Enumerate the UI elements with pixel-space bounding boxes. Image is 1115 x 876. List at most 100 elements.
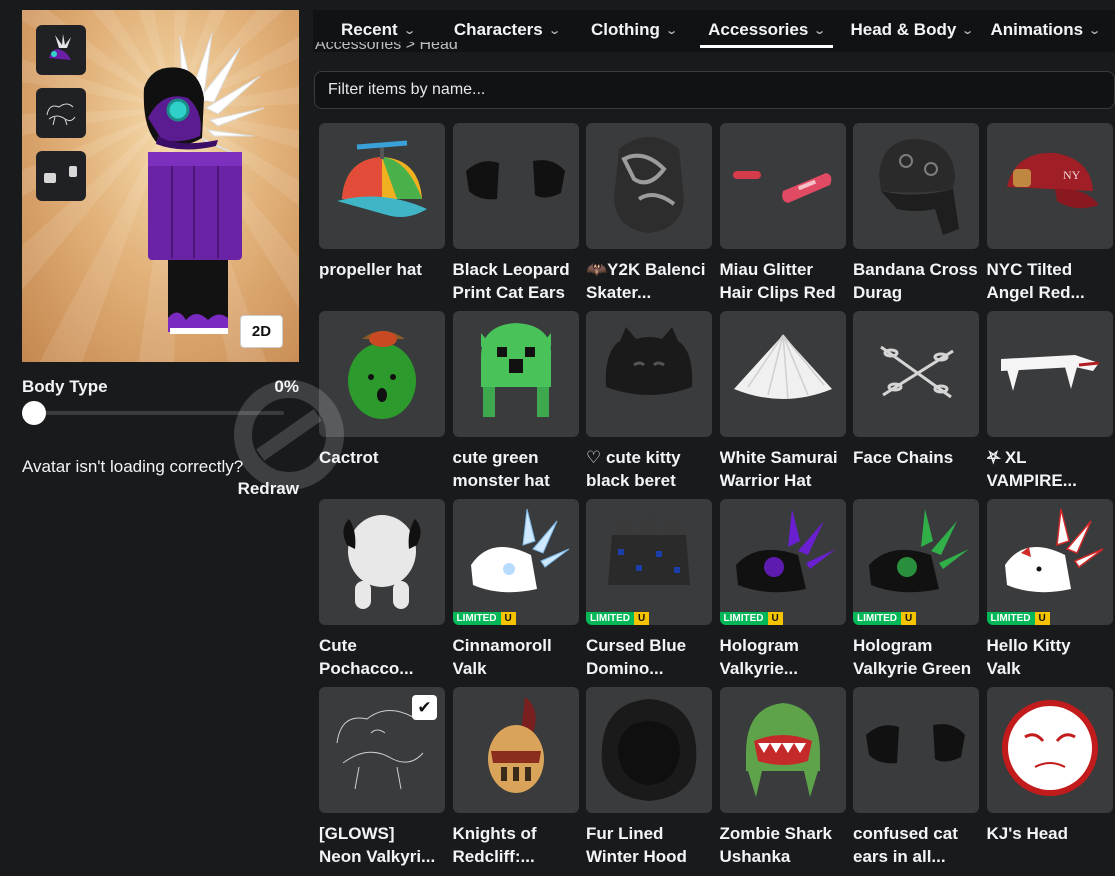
item-thumbnail[interactable] xyxy=(719,311,846,437)
item-thumbnail[interactable]: LIMITED U xyxy=(853,499,979,625)
item-card[interactable]: NY NYC Tilted Angel Red... xyxy=(986,123,1115,304)
item-card[interactable]: KJ's Head xyxy=(986,687,1115,868)
item-card[interactable]: Fur Lined Winter Hood xyxy=(586,687,712,868)
item-thumbnail[interactable] xyxy=(586,311,712,437)
item-name-line1: Zombie Shark xyxy=(719,824,832,843)
tab-clothing[interactable]: Clothing ⌄ xyxy=(591,10,678,48)
item-card[interactable]: ♡ cute kitty black beret xyxy=(586,311,712,492)
item-name[interactable]: ⛧ XL VAMPIRE... xyxy=(987,446,1115,492)
item-name[interactable]: Face Chains xyxy=(853,446,983,492)
item-thumbnail[interactable] xyxy=(986,311,1113,437)
item-thumbnail[interactable]: LIMITED U xyxy=(986,499,1113,625)
item-thumbnail[interactable]: LIMITED U xyxy=(586,499,712,625)
hair-clips-icon xyxy=(728,129,838,244)
item-name[interactable]: Hello Kitty Valk xyxy=(987,634,1115,680)
item-name[interactable]: White Samurai Warrior Hat xyxy=(720,446,850,492)
item-card[interactable]: cute green monster hat xyxy=(452,311,579,492)
redraw-link[interactable]: Redraw xyxy=(238,479,299,499)
item-name[interactable]: Cursed Blue Domino... xyxy=(586,634,716,680)
item-name-line1: Bandana Cross xyxy=(853,260,978,279)
item-name[interactable]: confused cat ears in all... xyxy=(853,822,983,868)
filter-input[interactable] xyxy=(314,71,1115,109)
item-name[interactable]: Hologram Valkyrie... xyxy=(720,634,850,680)
item-thumbnail[interactable] xyxy=(986,687,1113,813)
item-name[interactable]: Hologram Valkyrie Green xyxy=(853,634,983,680)
avatar-preview[interactable]: 2D xyxy=(22,10,299,362)
item-card[interactable]: Zombie Shark Ushanka xyxy=(719,687,846,868)
item-thumbnail[interactable] xyxy=(452,311,579,437)
item-thumbnail[interactable] xyxy=(719,687,846,813)
item-card[interactable]: ⛧ XL VAMPIRE... xyxy=(986,311,1115,492)
item-card[interactable]: Face Chains xyxy=(853,311,979,492)
item-name[interactable]: Cactrot xyxy=(319,446,449,492)
item-thumbnail[interactable] xyxy=(319,123,445,249)
pochacco-hood-icon xyxy=(327,505,437,620)
equipped-thumb-clips[interactable] xyxy=(36,151,86,201)
item-thumbnail[interactable] xyxy=(319,311,445,437)
item-name[interactable]: Bandana Cross Durag xyxy=(853,258,983,304)
item-card[interactable]: LIMITED U Hello Kitty Valk xyxy=(986,499,1115,680)
item-thumbnail[interactable] xyxy=(586,687,712,813)
equipped-check-icon[interactable]: ✔ xyxy=(412,695,437,720)
item-name[interactable]: Miau Glitter Hair Clips Red xyxy=(720,258,850,304)
item-thumbnail[interactable]: NY xyxy=(986,123,1113,249)
item-thumbnail[interactable] xyxy=(853,123,979,249)
item-name[interactable]: KJ's Head xyxy=(987,822,1115,868)
chevron-down-icon: ⌄ xyxy=(1088,24,1102,37)
equipped-thumb-neon[interactable] xyxy=(36,88,86,138)
item-thumbnail[interactable]: LIMITED U xyxy=(719,499,846,625)
item-card[interactable]: Cute Pochacco... xyxy=(319,499,445,680)
item-card[interactable]: Knights of Redcliff:... xyxy=(452,687,579,868)
chevron-down-icon: ⌄ xyxy=(665,24,678,37)
item-card[interactable]: Black Leopard Print Cat Ears xyxy=(452,123,579,304)
item-name[interactable]: NYC Tilted Angel Red... xyxy=(987,258,1115,304)
item-name[interactable]: Cinnamoroll Valk xyxy=(453,634,583,680)
item-name[interactable]: cute green monster hat xyxy=(453,446,583,492)
item-card[interactable]: confused cat ears in all... xyxy=(853,687,979,868)
item-name-line1: Cinnamoroll xyxy=(452,636,552,655)
item-name-line1: 🦇Y2K Balenci xyxy=(586,260,706,279)
item-card[interactable]: Bandana Cross Durag xyxy=(853,123,979,304)
item-name[interactable]: Black Leopard Print Cat Ears xyxy=(453,258,583,304)
item-thumbnail[interactable] xyxy=(319,499,445,625)
item-card[interactable]: 🦇Y2K Balenci Skater... xyxy=(586,123,712,304)
item-name[interactable]: Fur Lined Winter Hood xyxy=(586,822,716,868)
tab-animations[interactable]: Animations ⌄ xyxy=(991,10,1102,48)
item-thumbnail[interactable]: ✔ xyxy=(319,687,445,813)
tab-characters[interactable]: Characters ⌄ xyxy=(454,10,561,48)
item-thumbnail[interactable] xyxy=(853,311,979,437)
item-card[interactable]: ✔ [GLOWS] Neon Valkyri... xyxy=(319,687,445,868)
item-thumbnail[interactable]: LIMITED U xyxy=(452,499,579,625)
limited-badge: LIMITED U xyxy=(452,612,516,625)
item-card[interactable]: Cactrot xyxy=(319,311,445,492)
item-name[interactable]: 🦇Y2K Balenci Skater... xyxy=(586,258,716,304)
chevron-down-icon: ⌄ xyxy=(402,24,416,37)
equipped-thumb-valkyrie[interactable] xyxy=(36,25,86,75)
item-thumbnail[interactable] xyxy=(853,687,979,813)
tab-head-body[interactable]: Head & Body ⌄ xyxy=(851,10,975,48)
cactus-head-icon xyxy=(327,317,437,432)
item-card[interactable]: LIMITED U Hologram Valkyrie Green xyxy=(853,499,979,680)
item-name-line1: Hello Kitty xyxy=(986,636,1071,655)
body-type-slider-track[interactable] xyxy=(34,411,284,415)
item-thumbnail[interactable] xyxy=(452,123,579,249)
item-name[interactable]: ♡ cute kitty black beret xyxy=(586,446,716,492)
item-thumbnail[interactable] xyxy=(452,687,579,813)
tab-accessories[interactable]: Accessories ⌄ xyxy=(700,10,833,48)
item-card[interactable]: propeller hat xyxy=(319,123,445,304)
view-2d-button[interactable]: 2D xyxy=(240,315,283,348)
item-name[interactable]: [GLOWS] Neon Valkyri... xyxy=(319,822,449,868)
item-name[interactable]: Cute Pochacco... xyxy=(319,634,449,680)
body-type-slider-thumb[interactable] xyxy=(22,401,46,425)
item-name[interactable]: Knights of Redcliff:... xyxy=(453,822,583,868)
item-card[interactable]: LIMITED U Cinnamoroll Valk xyxy=(452,499,579,680)
item-card[interactable]: Miau Glitter Hair Clips Red xyxy=(719,123,846,304)
item-name[interactable]: propeller hat xyxy=(319,258,449,304)
item-card[interactable]: LIMITED U Hologram Valkyrie... xyxy=(719,499,846,680)
item-card[interactable]: LIMITED U Cursed Blue Domino... xyxy=(586,499,712,680)
item-name[interactable]: Zombie Shark Ushanka xyxy=(720,822,850,868)
item-card[interactable]: White Samurai Warrior Hat xyxy=(719,311,846,492)
body-type-label: Body Type xyxy=(22,377,108,396)
item-thumbnail[interactable] xyxy=(586,123,712,249)
item-thumbnail[interactable] xyxy=(719,123,846,249)
